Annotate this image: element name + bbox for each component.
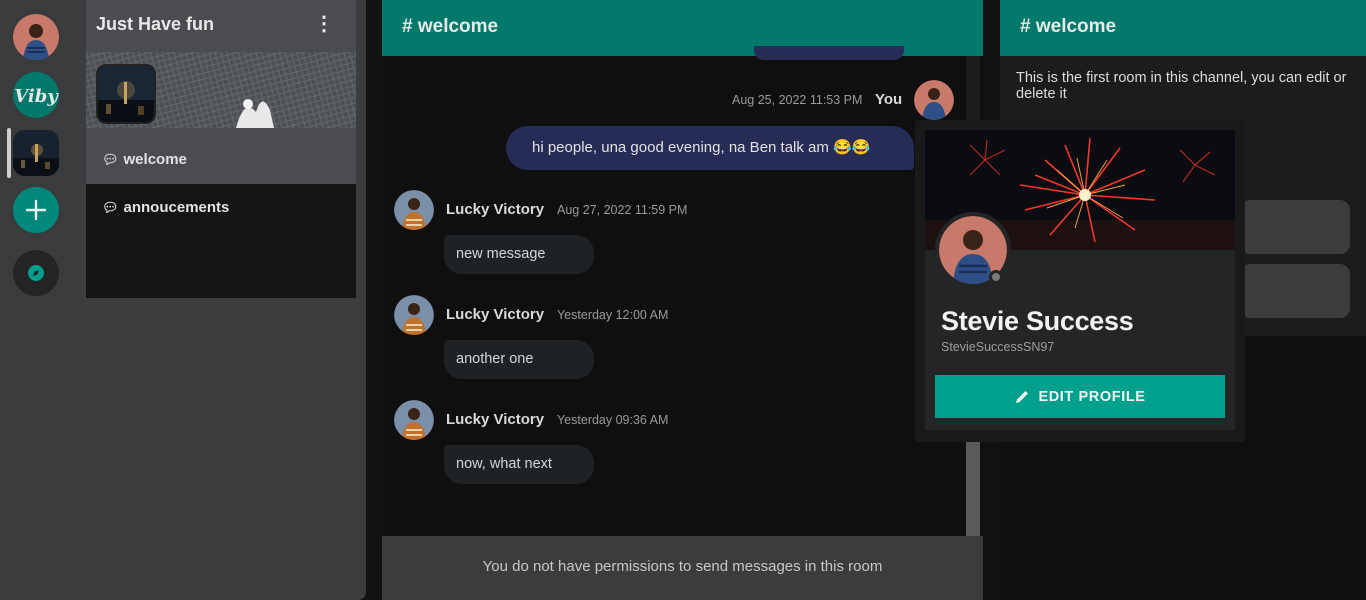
user-avatar[interactable] (394, 295, 434, 335)
server-options-icon[interactable]: ⋮ (314, 14, 334, 34)
user-avatar[interactable] (914, 80, 954, 120)
channel-item-annoucements[interactable]: 💬︎ annoucements (102, 199, 229, 216)
server-avatar (96, 64, 156, 124)
permission-notice: You do not have permissions to send mess… (382, 536, 983, 600)
viby-logo: Viby (14, 86, 59, 107)
message-timestamp: Yesterday 12:00 AM (557, 308, 669, 322)
incoming-message-bubble: now, what next (444, 445, 594, 484)
room-description: This is the first room in this channel, … (1016, 70, 1347, 102)
city-night-thumbnail (13, 130, 59, 176)
message-timestamp: Aug 27, 2022 11:59 PM (557, 203, 688, 217)
offline-status-indicator (989, 270, 1003, 284)
message-author[interactable]: Lucky Victory (446, 201, 544, 218)
svg-text:Viby: Viby (14, 86, 59, 107)
server-rail: Viby (0, 0, 72, 600)
message-timestamp: Yesterday 09:36 AM (557, 413, 669, 427)
channel-list: 💬︎ annoucements (86, 184, 356, 298)
plus-icon (25, 199, 47, 221)
profile-username: StevieSuccessSN97 (941, 340, 1055, 354)
edit-profile-label: EDIT PROFILE (1038, 388, 1146, 405)
just-have-fun-server-button[interactable] (13, 130, 59, 176)
user-avatar-image (13, 14, 59, 60)
chat-scrollbar-thumb[interactable] (966, 440, 980, 536)
channel-label: welcome (123, 151, 187, 168)
server-header: Just Have fun ⋮ (86, 0, 356, 136)
add-server-button[interactable] (13, 187, 59, 233)
channel-item-welcome[interactable]: 💬︎ welcome (86, 136, 356, 184)
message-timestamp: Aug 25, 2022 11:53 PM (732, 93, 863, 107)
previous-message-bubble (754, 46, 904, 60)
room-action-button[interactable] (1240, 264, 1350, 318)
outgoing-message-bubble: hi people, una good evening, na Ben talk… (506, 126, 914, 170)
right-channel-header: # welcome (1000, 0, 1366, 56)
edit-profile-button[interactable]: EDIT PROFILE (935, 375, 1225, 418)
message-author[interactable]: Lucky Victory (446, 411, 544, 428)
server-name: Just Have fun (96, 14, 215, 34)
chat-bubble-icon: 💬︎ (102, 152, 119, 167)
viby-server-button[interactable]: Viby (13, 72, 59, 118)
active-server-indicator (7, 128, 11, 178)
message-author[interactable]: Lucky Victory (446, 306, 544, 323)
profile-avatar-button[interactable] (13, 14, 59, 60)
incoming-message-bubble: new message (444, 235, 594, 274)
chat-bubble-icon: 💬︎ (102, 200, 119, 215)
chat-panel: # welcome Aug 25, 2022 11:53 PM You hi p… (382, 0, 983, 600)
user-avatar[interactable] (394, 400, 434, 440)
user-avatar[interactable] (394, 190, 434, 230)
profile-display-name: Stevie Success (941, 306, 1134, 336)
incoming-message-bubble: another one (444, 340, 594, 379)
room-action-button[interactable] (1240, 200, 1350, 254)
profile-card: Stevie Success StevieSuccessSN97 EDIT PR… (925, 130, 1235, 430)
pencil-icon (1016, 390, 1029, 403)
message-author[interactable]: You (875, 91, 902, 108)
compass-icon (28, 265, 44, 281)
channel-label: annoucements (123, 199, 230, 216)
explore-servers-button[interactable] (13, 250, 59, 296)
